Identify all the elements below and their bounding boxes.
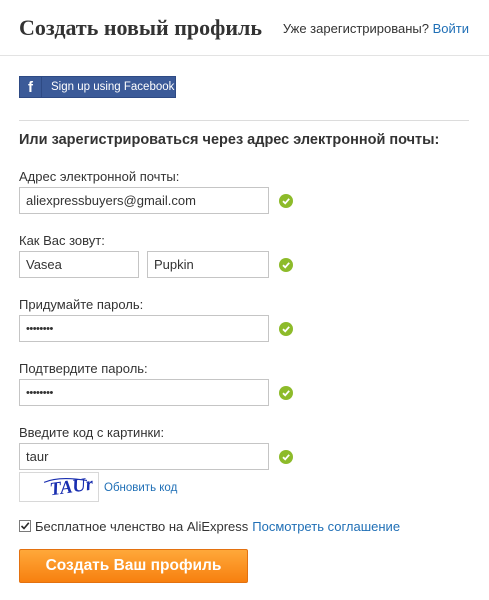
password-label: Придумайте пароль: bbox=[19, 297, 144, 312]
confirm-password-input[interactable]: •••••••• bbox=[19, 379, 269, 406]
captcha-valid-check-icon bbox=[279, 450, 293, 464]
email-signup-heading: Или зарегистрироваться через адрес элект… bbox=[19, 132, 440, 148]
create-profile-button[interactable]: Создать Ваш профиль bbox=[19, 549, 248, 583]
login-link[interactable]: Войти bbox=[433, 21, 469, 36]
email-input[interactable]: aliexpressbuyers@gmail.com bbox=[19, 187, 269, 214]
section-divider bbox=[19, 120, 469, 121]
agreement-row: Бесплатное членство на AliExpress Посмот… bbox=[19, 518, 400, 534]
facebook-icon: f bbox=[20, 77, 42, 97]
password-input[interactable]: •••••••• bbox=[19, 315, 269, 342]
checkmark-icon bbox=[20, 522, 30, 530]
already-registered-text: Уже зарегистрированы? bbox=[282, 21, 429, 36]
page-header: Создать новый профиль Уже зарегистрирова… bbox=[0, 0, 489, 56]
facebook-signup-button[interactable]: f Sign up using Facebook bbox=[19, 76, 176, 98]
email-label: Адрес электронной почты: bbox=[19, 169, 180, 184]
agreement-text: Бесплатное членство на AliExpress bbox=[35, 518, 249, 534]
confirm-password-valid-check-icon bbox=[279, 386, 293, 400]
name-valid-check-icon bbox=[279, 258, 293, 272]
captcha-input[interactable]: taur bbox=[19, 443, 269, 470]
captcha-image-text: TAUr bbox=[48, 473, 95, 500]
name-label: Как Вас зовут: bbox=[19, 233, 105, 248]
password-valid-check-icon bbox=[279, 322, 293, 336]
page-title: Создать новый профиль bbox=[19, 15, 262, 40]
captcha-image: TAUr bbox=[19, 472, 99, 502]
login-area: Уже зарегистрированы? Войти bbox=[283, 21, 469, 36]
first-name-input[interactable]: Vasea bbox=[19, 251, 139, 278]
agreement-checkbox[interactable] bbox=[19, 520, 31, 532]
captcha-label: Введите код с картинки: bbox=[19, 425, 165, 440]
email-valid-check-icon bbox=[279, 194, 293, 208]
refresh-captcha-link[interactable]: Обновить код bbox=[104, 482, 177, 494]
confirm-password-label: Подтвердите пароль: bbox=[19, 361, 148, 376]
last-name-input[interactable]: Pupkin bbox=[147, 251, 269, 278]
view-agreement-link[interactable]: Посмотреть соглашение bbox=[252, 519, 400, 534]
facebook-signup-label: Sign up using Facebook bbox=[51, 81, 175, 93]
